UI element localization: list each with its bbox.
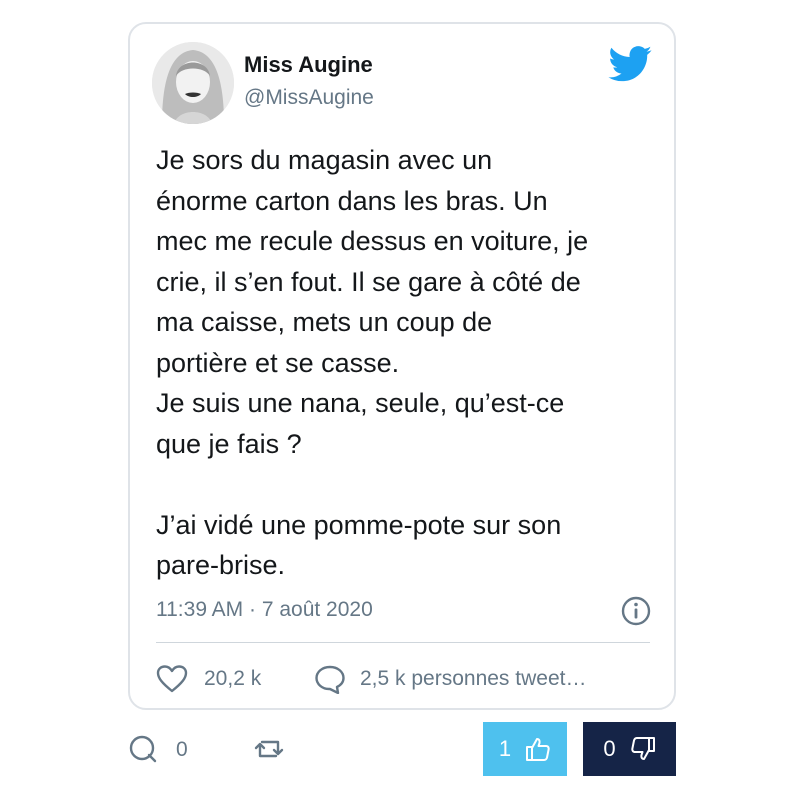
heart-icon[interactable] [156,664,188,694]
tweet-card: Miss Augine @MissAugine Je sors du magas… [128,22,676,710]
thumbs-up-icon [526,738,550,761]
thumbs-down-icon [630,737,655,760]
tweet-timestamp[interactable]: 11:39 AM · 7 août 2020 [156,598,373,622]
info-icon[interactable] [620,595,652,627]
avatar[interactable] [152,42,234,124]
dislike-button-count: 0 [603,736,616,761]
divider [156,642,650,643]
dislike-button[interactable]: 0 [583,722,676,776]
comment-icon[interactable] [128,734,158,764]
tweet-text: Je sors du magasin avec un énorme carton… [156,145,589,580]
like-button[interactable]: 1 [483,722,567,776]
retweet-icon[interactable] [254,736,284,762]
retweet-summary[interactable]: 2,5 k personnes tweet… [360,667,586,691]
comment-count: 0 [176,738,188,761]
author-handle[interactable]: @MissAugine [244,86,374,110]
twitter-bird-icon [608,46,652,82]
like-count: 20,2 k [204,667,262,690]
author-name[interactable]: Miss Augine [244,52,373,78]
like-button-count: 1 [498,736,512,761]
speech-bubble-icon[interactable] [314,664,346,694]
